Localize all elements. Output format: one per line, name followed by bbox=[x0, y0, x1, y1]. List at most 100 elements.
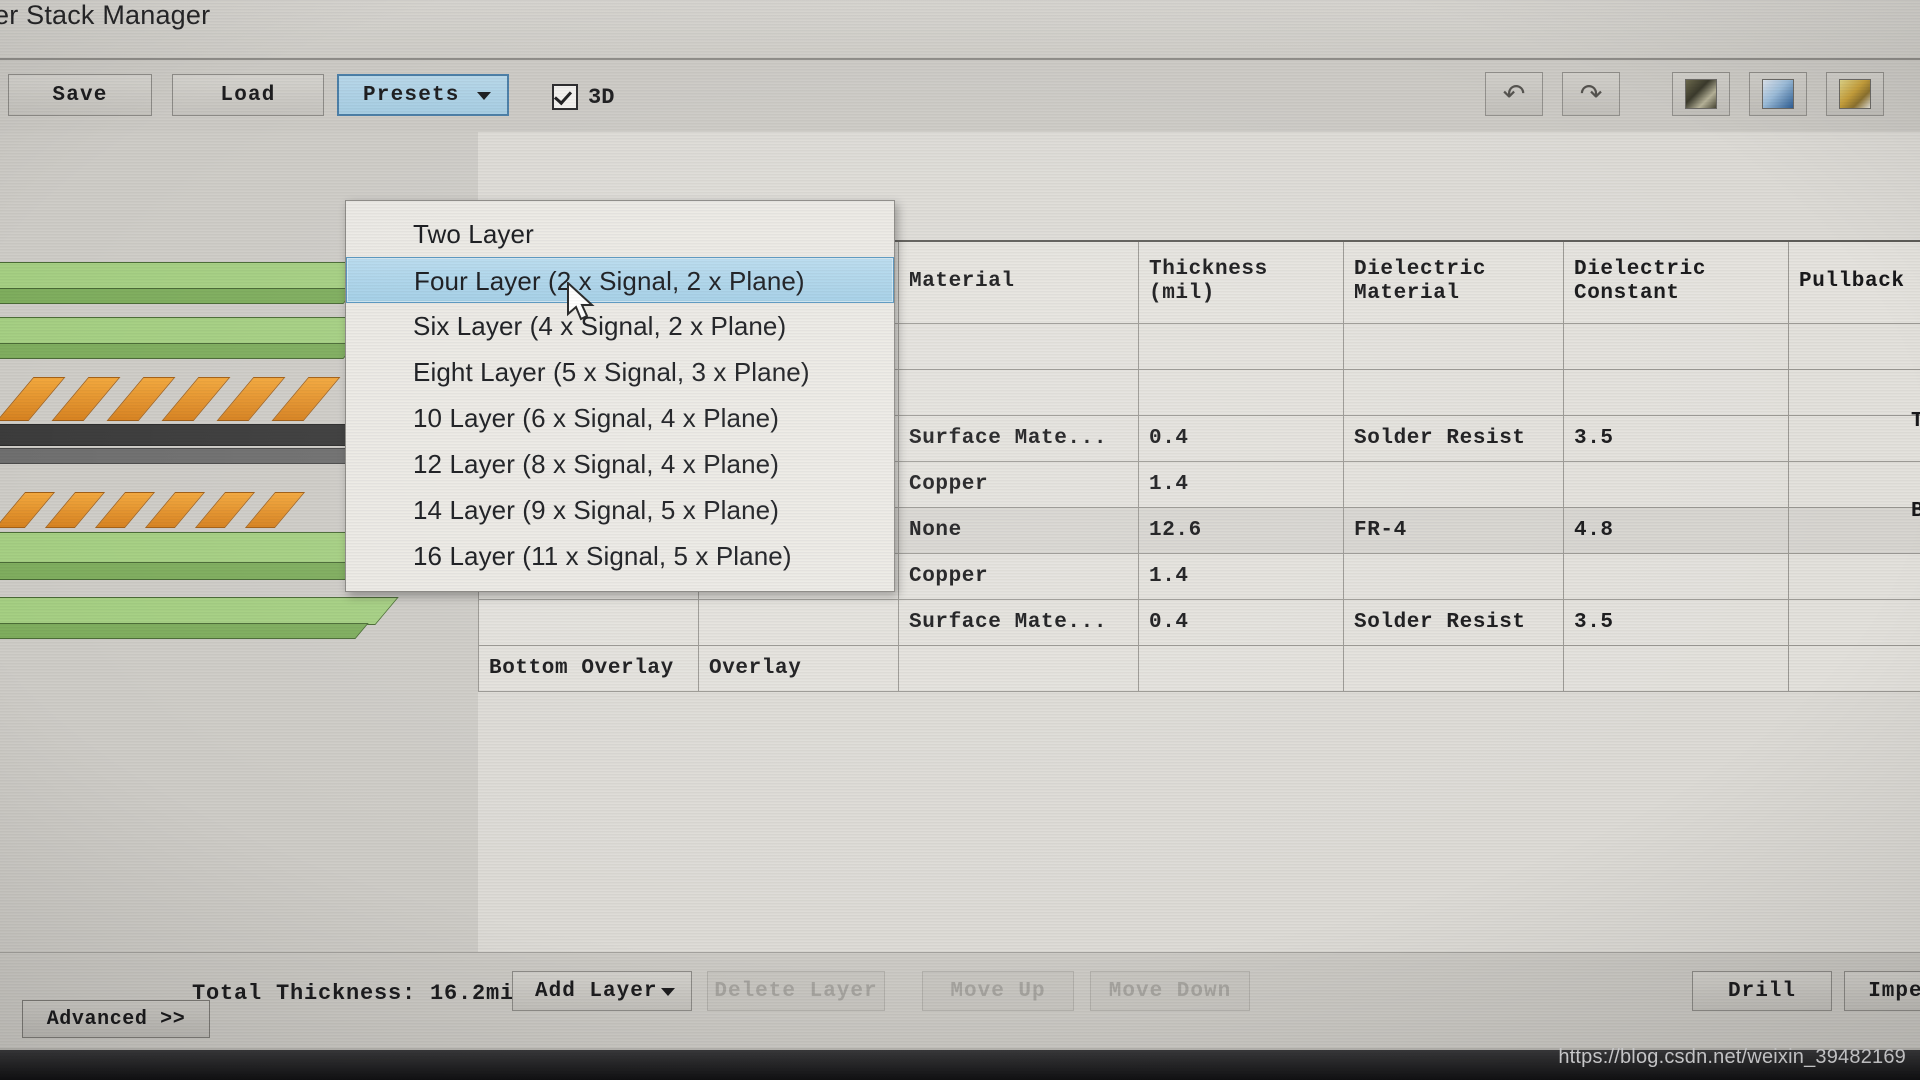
cell-dielectric-material[interactable]: Solder Resist bbox=[1343, 414, 1564, 462]
screen: er Stack Manager Save Load Presets 3D ↶ … bbox=[0, 0, 1920, 1080]
cell-material[interactable] bbox=[898, 322, 1139, 370]
header-line-2: Constant bbox=[1574, 282, 1680, 306]
header-line-2: Material bbox=[1354, 282, 1460, 306]
delete-layer-button[interactable]: Delete Layer bbox=[707, 971, 885, 1011]
cell-dielectric-constant[interactable]: 3.5 bbox=[1563, 414, 1789, 462]
advanced-button[interactable]: Advanced >> bbox=[22, 1000, 210, 1038]
column-header-dielectric-material[interactable]: Dielectric Material bbox=[1343, 240, 1564, 324]
cell-pullback[interactable] bbox=[1788, 552, 1920, 600]
cell-material[interactable]: Surface Mate... bbox=[898, 414, 1139, 462]
report-button[interactable] bbox=[1826, 72, 1884, 116]
menu-item-12-layer[interactable]: 12 Layer (8 x Signal, 4 x Plane) bbox=[346, 441, 894, 487]
cell-pullback[interactable] bbox=[1788, 644, 1920, 692]
header-line-1: Thickness bbox=[1149, 258, 1268, 282]
cell-dielectric-material[interactable] bbox=[1343, 552, 1564, 600]
redo-button[interactable]: ↷ bbox=[1562, 72, 1620, 116]
table-row[interactable]: Bottom Overlay Overlay bbox=[478, 644, 1920, 692]
cell-layer-type[interactable] bbox=[698, 598, 899, 646]
header-line-1: Material bbox=[909, 270, 1015, 294]
cell-pullback[interactable] bbox=[1788, 322, 1920, 370]
column-header-dielectric-constant[interactable]: Dielectric Constant bbox=[1563, 240, 1789, 324]
menu-item-two-layer[interactable]: Two Layer bbox=[346, 211, 894, 257]
header-line-1: Dielectric bbox=[1574, 258, 1707, 282]
cell-pullback[interactable] bbox=[1788, 414, 1920, 462]
add-layer-button[interactable]: Add Layer bbox=[512, 971, 692, 1011]
menu-item-16-layer[interactable]: 16 Layer (11 x Signal, 5 x Plane) bbox=[346, 533, 894, 579]
application-body: Save Load Presets 3D ↶ ↷ Material Thickn… bbox=[0, 58, 1920, 1080]
table-row[interactable]: Surface Mate... 0.4 Solder Resist 3.5 bbox=[478, 598, 1920, 646]
cell-dielectric-constant[interactable] bbox=[1563, 460, 1789, 508]
window-title: er Stack Manager bbox=[0, 0, 211, 30]
undo-button[interactable]: ↶ bbox=[1485, 72, 1543, 116]
cell-dielectric-constant[interactable] bbox=[1563, 368, 1789, 416]
cell-pullback[interactable] bbox=[1788, 598, 1920, 646]
cell-dielectric-material[interactable] bbox=[1343, 460, 1564, 508]
3d-checkbox-label: 3D bbox=[588, 84, 615, 110]
edge-label-top: T bbox=[1911, 410, 1920, 433]
cell-thickness[interactable] bbox=[1138, 322, 1344, 370]
menu-item-four-layer[interactable]: Four Layer (2 x Signal, 2 x Plane) bbox=[346, 257, 894, 303]
presets-dropdown-button[interactable]: Presets bbox=[337, 74, 509, 116]
cell-thickness[interactable]: 1.4 bbox=[1138, 460, 1344, 508]
undo-arrow-icon: ↶ bbox=[1502, 78, 1526, 109]
cell-material[interactable]: Surface Mate... bbox=[898, 598, 1139, 646]
menu-item-10-layer[interactable]: 10 Layer (6 x Signal, 4 x Plane) bbox=[346, 395, 894, 441]
impedance-button[interactable]: Impeda bbox=[1844, 971, 1920, 1011]
cell-thickness[interactable] bbox=[1138, 644, 1344, 692]
presets-dropdown-menu[interactable]: Two Layer Four Layer (2 x Signal, 2 x Pl… bbox=[345, 200, 895, 592]
move-down-button[interactable]: Move Down bbox=[1090, 971, 1250, 1011]
chevron-down-icon bbox=[477, 92, 491, 100]
header-line-1: Dielectric bbox=[1354, 258, 1487, 282]
cell-dielectric-material[interactable] bbox=[1343, 368, 1564, 416]
bottom-toolbar: Total Thickness: 16.2mil Add Layer Delet… bbox=[0, 952, 1920, 1049]
save-button[interactable]: Save bbox=[8, 74, 152, 116]
cell-pullback[interactable] bbox=[1788, 460, 1920, 508]
cell-thickness[interactable]: 0.4 bbox=[1138, 414, 1344, 462]
cell-thickness[interactable]: 12.6 bbox=[1138, 506, 1344, 554]
layer-stack-image-button[interactable] bbox=[1672, 72, 1730, 116]
cell-material[interactable] bbox=[898, 368, 1139, 416]
cell-dielectric-material[interactable] bbox=[1343, 644, 1564, 692]
menu-item-six-layer[interactable]: Six Layer (4 x Signal, 2 x Plane) bbox=[346, 303, 894, 349]
cell-layer-name[interactable]: Bottom Overlay bbox=[478, 644, 699, 692]
load-button[interactable]: Load bbox=[172, 74, 324, 116]
presets-button-label: Presets bbox=[363, 83, 460, 107]
cell-material[interactable]: Copper bbox=[898, 552, 1139, 600]
cell-material[interactable]: None bbox=[898, 506, 1139, 554]
checkmark-icon[interactable] bbox=[552, 84, 578, 110]
drill-button[interactable]: Drill bbox=[1692, 971, 1832, 1011]
layer-stack-image-icon bbox=[1685, 79, 1717, 109]
3d-checkbox[interactable]: 3D bbox=[552, 84, 614, 110]
menu-item-eight-layer[interactable]: Eight Layer (5 x Signal, 3 x Plane) bbox=[346, 349, 894, 395]
cell-dielectric-material[interactable] bbox=[1343, 322, 1564, 370]
cell-layer-type[interactable]: Overlay bbox=[698, 644, 899, 692]
cell-material[interactable]: Copper bbox=[898, 460, 1139, 508]
cell-thickness[interactable]: 0.4 bbox=[1138, 598, 1344, 646]
cell-dielectric-material[interactable]: FR-4 bbox=[1343, 506, 1564, 554]
move-up-button[interactable]: Move Up bbox=[922, 971, 1074, 1011]
cell-thickness[interactable]: 1.4 bbox=[1138, 552, 1344, 600]
cell-material[interactable] bbox=[898, 644, 1139, 692]
cell-dielectric-material[interactable]: Solder Resist bbox=[1343, 598, 1564, 646]
column-header-thickness[interactable]: Thickness (mil) bbox=[1138, 240, 1344, 324]
header-line-1: Pullback (mil) bbox=[1799, 270, 1920, 294]
copy-icon bbox=[1762, 79, 1794, 109]
cell-dielectric-constant[interactable]: 4.8 bbox=[1563, 506, 1789, 554]
cell-layer-name[interactable] bbox=[478, 598, 699, 646]
column-header-material[interactable]: Material bbox=[898, 240, 1139, 324]
column-header-pullback[interactable]: Pullback (mil) bbox=[1788, 240, 1920, 324]
copy-button[interactable] bbox=[1749, 72, 1807, 116]
cell-dielectric-constant[interactable] bbox=[1563, 552, 1789, 600]
report-icon bbox=[1839, 79, 1871, 109]
cell-pullback[interactable] bbox=[1788, 506, 1920, 554]
header-line-2: (mil) bbox=[1149, 282, 1216, 306]
cell-dielectric-constant[interactable] bbox=[1563, 322, 1789, 370]
cell-thickness[interactable] bbox=[1138, 368, 1344, 416]
chevron-down-icon bbox=[661, 988, 675, 996]
main-toolbar: Save Load Presets 3D ↶ ↷ bbox=[0, 60, 1920, 132]
cell-dielectric-constant[interactable] bbox=[1563, 644, 1789, 692]
menu-item-14-layer[interactable]: 14 Layer (9 x Signal, 5 x Plane) bbox=[346, 487, 894, 533]
cell-dielectric-constant[interactable]: 3.5 bbox=[1563, 598, 1789, 646]
redo-arrow-icon: ↷ bbox=[1579, 78, 1603, 109]
cell-pullback[interactable] bbox=[1788, 368, 1920, 416]
